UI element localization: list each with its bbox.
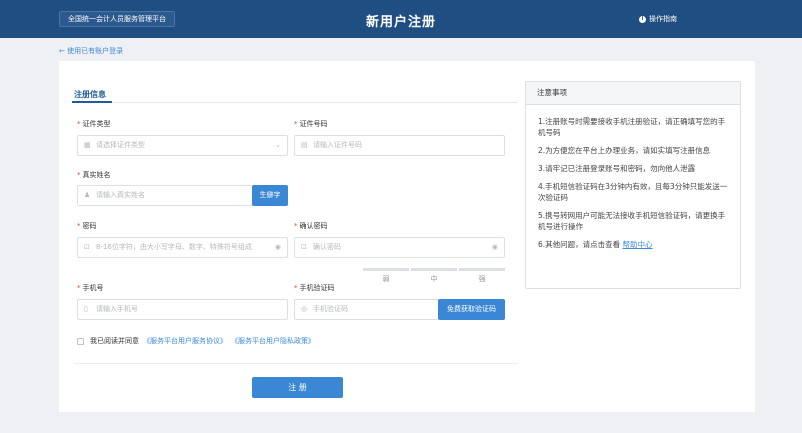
top-header: 全国统一会计人员服务管理平台 新用户注册 i 操作指南 [0,0,802,38]
strength-label-medium: 中 [430,275,438,283]
notice-panel: 注意事项 1.注册账号时需要接收手机注册验证，请正确填写您的手机号码 2.为方便… [525,81,741,289]
get-verification-code-button[interactable]: 免费获取验证码 [438,299,505,320]
strength-label-strong: 强 [478,275,486,283]
agreement-row: 我已阅读并同意 《服务平台用户服务协议》 《服务平台用户隐私政策》 [77,336,315,346]
notice-item: 4.手机短信验证码在3分钟内有效，且每3分钟只能发送一次验证码 [538,182,728,202]
agree-checkbox[interactable] [77,337,84,345]
chevron-down-icon: ⌄ [275,141,281,149]
registration-card: 注册信息 * 证件类型 ▦ 请选择证件类型 ⌄ * 证件号码 ▤ 请输入证件号码 * 真实… [59,61,755,412]
strength-bar-medium [411,268,457,271]
confirm-password-label: * 确认密码 [294,222,328,230]
eye-icon[interactable]: ◉ [272,238,281,257]
confirm-password-input[interactable]: ⊡ 确认密码 ◉ [294,237,505,258]
service-agreement-link[interactable]: 《服务平台用户服务协议》 [143,336,227,346]
tab-active-indicator [72,101,112,103]
form-divider [74,363,518,364]
tab-divider [72,102,517,103]
sms-code-input[interactable]: ◎ 手机验证码 [294,299,439,320]
id-type-label: * 证件类型 [77,120,111,128]
real-name-label: * 真实姓名 [77,171,111,179]
password-input[interactable]: ⊡ 8-16位字符，由大小写字母、数字、特殊符号组成 ◉ [77,237,288,258]
login-with-existing-account-link[interactable]: ← 使用已有账户登录 [59,46,123,56]
info-icon: i [639,15,646,23]
phone-input[interactable]: ▯ 请输入手机号 [77,299,288,320]
page-title: 新用户注册 [365,15,436,30]
help-center-link[interactable]: 帮助中心 [623,240,653,249]
privacy-policy-link[interactable]: 《服务平台用户隐私政策》 [231,336,315,346]
real-name-input[interactable]: ♟ 请输入真实姓名 [77,185,253,206]
notice-item: 5.携号转网用户可能无法接收手机短信验证码，请更换手机号进行操作 [538,211,726,231]
rare-character-button[interactable]: 生僻字 [252,185,288,206]
notice-item: 1.注册账号时需要接收手机注册验证，请正确填写您的手机号码 [538,117,726,137]
notice-item: 6.其他问题，请点击查看 帮助中心 [538,240,653,249]
agree-text: 我已阅读并同意 [90,337,139,345]
tab-registration-info[interactable]: 注册信息 [74,89,106,100]
lock-icon: ⊡ [301,243,307,251]
strength-bar-weak [363,268,409,271]
password-label: * 密码 [77,222,97,230]
id-card-icon: ▤ [301,141,308,149]
id-number-label: * 证件号码 [294,120,328,128]
shield-icon: ◎ [301,305,308,313]
operation-guide-label: 操作指南 [649,15,677,23]
grid-icon: ▦ [84,141,91,149]
strength-bar-strong [459,268,505,271]
strength-label-weak: 弱 [382,275,390,283]
lock-icon: ⊡ [84,243,90,251]
operation-guide-link[interactable]: i 操作指南 [639,14,677,24]
eye-icon[interactable]: ◉ [492,238,498,257]
user-icon: ♟ [84,191,91,199]
id-number-input[interactable]: ▤ 请输入证件号码 [294,135,505,156]
notice-item: 3.请牢记已注册登录账号和密码，勿向他人泄露 [538,164,696,173]
phone-icon: ▯ [84,305,88,313]
id-type-select[interactable]: ▦ 请选择证件类型 ⌄ [77,135,288,156]
notice-item: 2.为方便您在平台上办理业务，请如实填写注册信息 [538,146,711,155]
phone-label: * 手机号 [77,284,104,292]
sms-code-label: * 手机验证码 [294,284,335,292]
notice-title: 注意事项 [526,82,740,105]
register-button[interactable]: 注 册 [252,377,343,398]
